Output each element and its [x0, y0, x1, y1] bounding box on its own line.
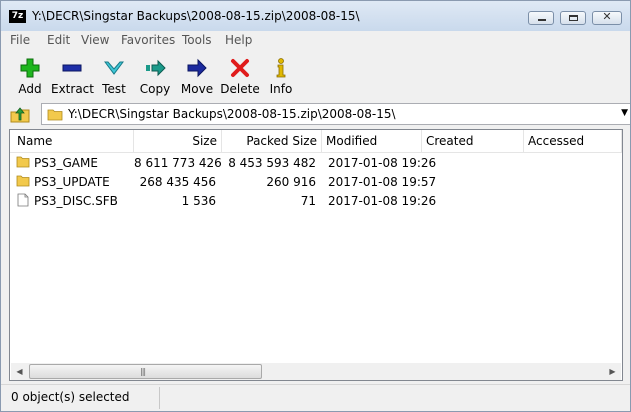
file-packed-size: 8 453 593 482	[228, 156, 316, 170]
address-bar: Y:\DECR\Singstar Backups\2008-08-15.zip\…	[9, 103, 630, 125]
info-icon	[276, 58, 286, 78]
file-name: PS3_DISC.SFB	[34, 194, 118, 208]
info-button[interactable]: Info	[265, 53, 297, 99]
selection-status: 0 object(s) selected	[11, 390, 130, 404]
scroll-left-icon[interactable]: ◀	[11, 363, 28, 380]
7zip-app-icon: 7z	[9, 10, 26, 23]
grip-icon: |||	[140, 367, 146, 376]
file-modified: 2017-01-08 19:26	[328, 194, 437, 208]
table-row[interactable]: PS3_UPDATE 268 435 456 260 916 2017-01-0…	[10, 172, 622, 191]
scroll-right-icon[interactable]: ▶	[604, 363, 621, 380]
extract-button[interactable]: Extract	[51, 53, 94, 99]
add-button[interactable]: Add	[11, 53, 49, 99]
minimize-icon	[538, 19, 546, 21]
folder-icon	[16, 156, 30, 168]
close-icon: ✕	[602, 10, 612, 23]
close-button[interactable]: ✕	[592, 10, 622, 25]
up-folder-icon[interactable]	[9, 104, 31, 124]
menu-tools[interactable]: Tools	[182, 33, 212, 47]
maximize-button[interactable]	[560, 11, 586, 25]
minimize-button[interactable]	[528, 11, 554, 25]
column-modified[interactable]: Modified	[322, 130, 422, 152]
address-input[interactable]: Y:\DECR\Singstar Backups\2008-08-15.zip\…	[41, 103, 630, 125]
scroll-thumb[interactable]: |||	[29, 364, 262, 379]
window-title: Y:\DECR\Singstar Backups\2008-08-15.zip\…	[32, 9, 360, 23]
column-size[interactable]: Size	[134, 130, 222, 152]
menu-favorites[interactable]: Favorites	[121, 33, 175, 47]
column-accessed[interactable]: Accessed	[524, 130, 622, 152]
add-icon	[20, 58, 40, 78]
delete-label: Delete	[220, 82, 260, 96]
status-divider	[159, 387, 160, 409]
table-row[interactable]: PS3_DISC.SFB 1 536 71 2017-01-08 19:26	[10, 191, 622, 210]
column-created[interactable]: Created	[422, 130, 524, 152]
move-label: Move	[180, 82, 214, 96]
file-name: PS3_GAME	[34, 156, 98, 170]
folder-icon	[47, 109, 63, 121]
address-path: Y:\DECR\Singstar Backups\2008-08-15.zip\…	[68, 107, 396, 121]
status-bar: 0 object(s) selected	[1, 384, 630, 411]
file-size: 268 435 456	[139, 175, 216, 189]
extract-icon	[62, 64, 82, 72]
file-packed-size: 71	[300, 194, 316, 208]
add-label: Add	[18, 82, 42, 96]
app-window: 7z Y:\DECR\Singstar Backups\2008-08-15.z…	[0, 0, 631, 412]
test-checkmark-icon	[104, 61, 124, 75]
file-packed-size: 260 916	[266, 175, 316, 189]
info-label: Info	[269, 82, 293, 96]
file-icon	[17, 193, 29, 207]
file-name: PS3_UPDATE	[34, 175, 110, 189]
menu-help[interactable]: Help	[225, 33, 252, 47]
maximize-icon	[569, 15, 578, 21]
column-name[interactable]: Name	[10, 130, 134, 152]
menu-bar: File Edit View Favorites Tools Help	[1, 31, 630, 50]
horizontal-scrollbar[interactable]: ◀ ||| ▶	[11, 363, 621, 380]
menu-file[interactable]: File	[10, 33, 30, 47]
test-button[interactable]: Test	[97, 53, 131, 99]
file-size: 1 536	[181, 194, 216, 208]
copy-label: Copy	[139, 82, 171, 96]
title-bar[interactable]: 7z Y:\DECR\Singstar Backups\2008-08-15.z…	[1, 1, 630, 31]
toolbar: Add Extract Test Copy Move Delete Info	[1, 51, 630, 101]
column-header-row: Name Size Packed Size Modified Created A…	[10, 130, 622, 153]
delete-button[interactable]: Delete	[220, 53, 260, 99]
file-modified: 2017-01-08 19:26	[328, 156, 437, 170]
move-arrow-icon	[187, 58, 207, 78]
copy-arrow-icon	[146, 59, 166, 77]
file-modified: 2017-01-08 19:57	[328, 175, 437, 189]
delete-x-icon	[231, 59, 249, 77]
move-button[interactable]: Move	[179, 53, 215, 99]
table-row[interactable]: PS3_GAME 8 611 773 426 8 453 593 482 201…	[10, 153, 622, 172]
file-list[interactable]: Name Size Packed Size Modified Created A…	[9, 129, 623, 381]
copy-button[interactable]: Copy	[137, 53, 173, 99]
column-packed-size[interactable]: Packed Size	[222, 130, 322, 152]
extract-label: Extract	[51, 82, 94, 96]
test-label: Test	[102, 82, 126, 96]
menu-view[interactable]: View	[81, 33, 109, 47]
address-dropdown-icon[interactable]: ▼	[621, 108, 628, 118]
file-size: 8 611 773 426	[134, 156, 222, 170]
folder-icon	[16, 175, 30, 187]
menu-edit[interactable]: Edit	[47, 33, 70, 47]
